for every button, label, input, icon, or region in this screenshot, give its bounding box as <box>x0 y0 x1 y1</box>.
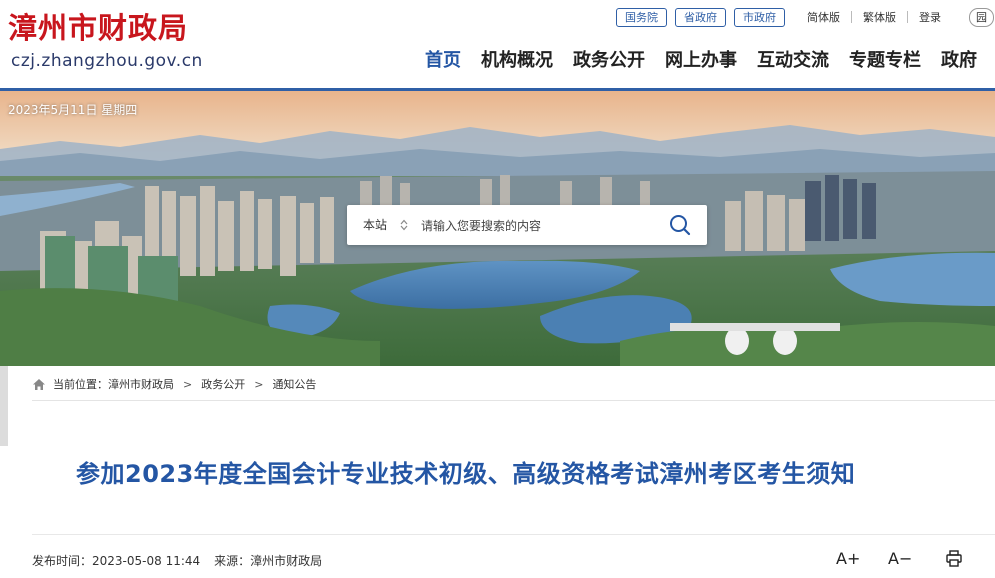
nav-home[interactable]: 首页 <box>415 47 471 75</box>
current-date: 2023年5月11日 星期四 <box>8 103 138 117</box>
article-tools: A+ A− <box>836 549 962 568</box>
home-icon <box>33 378 45 390</box>
divider <box>32 400 995 401</box>
search-scope-select[interactable]: 本站 <box>347 205 413 245</box>
publish-time-label: 发布时间： <box>32 554 93 568</box>
font-decrease-button[interactable]: A− <box>888 549 940 568</box>
side-decoration <box>0 366 8 446</box>
nav-organization[interactable]: 机构概况 <box>471 47 563 75</box>
print-icon[interactable] <box>946 550 962 567</box>
link-state-council[interactable]: 国务院 <box>616 8 667 27</box>
breadcrumb: 当前位置： 漳州市财政局 > 政务公开 > 通知公告 <box>32 374 316 394</box>
source-value: 漳州市财政局 <box>250 554 323 568</box>
simplified-chinese-link[interactable]: 简体版 <box>796 9 851 25</box>
site-header: 漳州市财政局 czj.zhangzhou.gov.cn 国务院 省政府 市政府 … <box>0 0 995 88</box>
article-meta: 发布时间：2023-05-08 11:44 来源：漳州市财政局 <box>32 552 336 569</box>
font-increase-button[interactable]: A+ <box>836 549 888 568</box>
main-nav: 首页 机构概况 政务公开 网上办事 互动交流 专题专栏 政府 <box>415 47 987 75</box>
search-input[interactable] <box>419 213 663 239</box>
breadcrumb-item-home[interactable]: 漳州市财政局 <box>108 376 174 392</box>
link-city-gov[interactable]: 市政府 <box>734 8 785 27</box>
link-province-gov[interactable]: 省政府 <box>675 8 726 27</box>
breadcrumb-item-gov-affairs[interactable]: 政务公开 <box>201 376 245 392</box>
top-links: 国务院 省政府 市政府 <box>616 8 785 27</box>
article-content: 当前位置： 漳州市财政局 > 政务公开 > 通知公告 参加2023年度全国会计专… <box>0 366 995 578</box>
language-links: 简体版 繁体版 登录 <box>796 9 952 25</box>
nav-special-topics[interactable]: 专题专栏 <box>839 47 931 75</box>
publish-time-value: 2023-05-08 11:44 <box>92 554 201 568</box>
sort-arrows-icon <box>400 219 408 231</box>
article-title: 参加2023年度全国会计专业技术初级、高级资格考试漳州考区考生须知 <box>76 460 856 488</box>
breadcrumb-item-notices[interactable]: 通知公告 <box>272 376 316 392</box>
search-box: 本站 <box>347 205 707 245</box>
site-logo-title[interactable]: 漳州市财政局 <box>8 10 188 46</box>
traditional-chinese-link[interactable]: 繁体版 <box>852 9 907 25</box>
nav-interaction[interactable]: 互动交流 <box>747 47 839 75</box>
nav-online-services[interactable]: 网上办事 <box>655 47 747 75</box>
publish-time: 发布时间：2023-05-08 11:44 <box>32 552 200 569</box>
article-source: 来源：漳州市财政局 <box>214 552 322 569</box>
nav-government[interactable]: 政府 <box>931 47 987 75</box>
source-label: 来源： <box>214 554 251 568</box>
elder-mode-button[interactable]: 园 <box>969 8 994 27</box>
city-banner: 2023年5月11日 星期四 本站 <box>0 91 995 366</box>
search-scope-label: 本站 <box>363 218 388 232</box>
search-icon[interactable] <box>667 212 693 238</box>
nav-gov-affairs[interactable]: 政务公开 <box>563 47 655 75</box>
divider <box>32 534 995 535</box>
site-domain: czj.zhangzhou.gov.cn <box>11 51 203 71</box>
breadcrumb-separator: > <box>254 377 264 391</box>
login-link[interactable]: 登录 <box>908 9 952 25</box>
breadcrumb-label: 当前位置： <box>53 378 108 391</box>
breadcrumb-separator: > <box>183 377 193 391</box>
